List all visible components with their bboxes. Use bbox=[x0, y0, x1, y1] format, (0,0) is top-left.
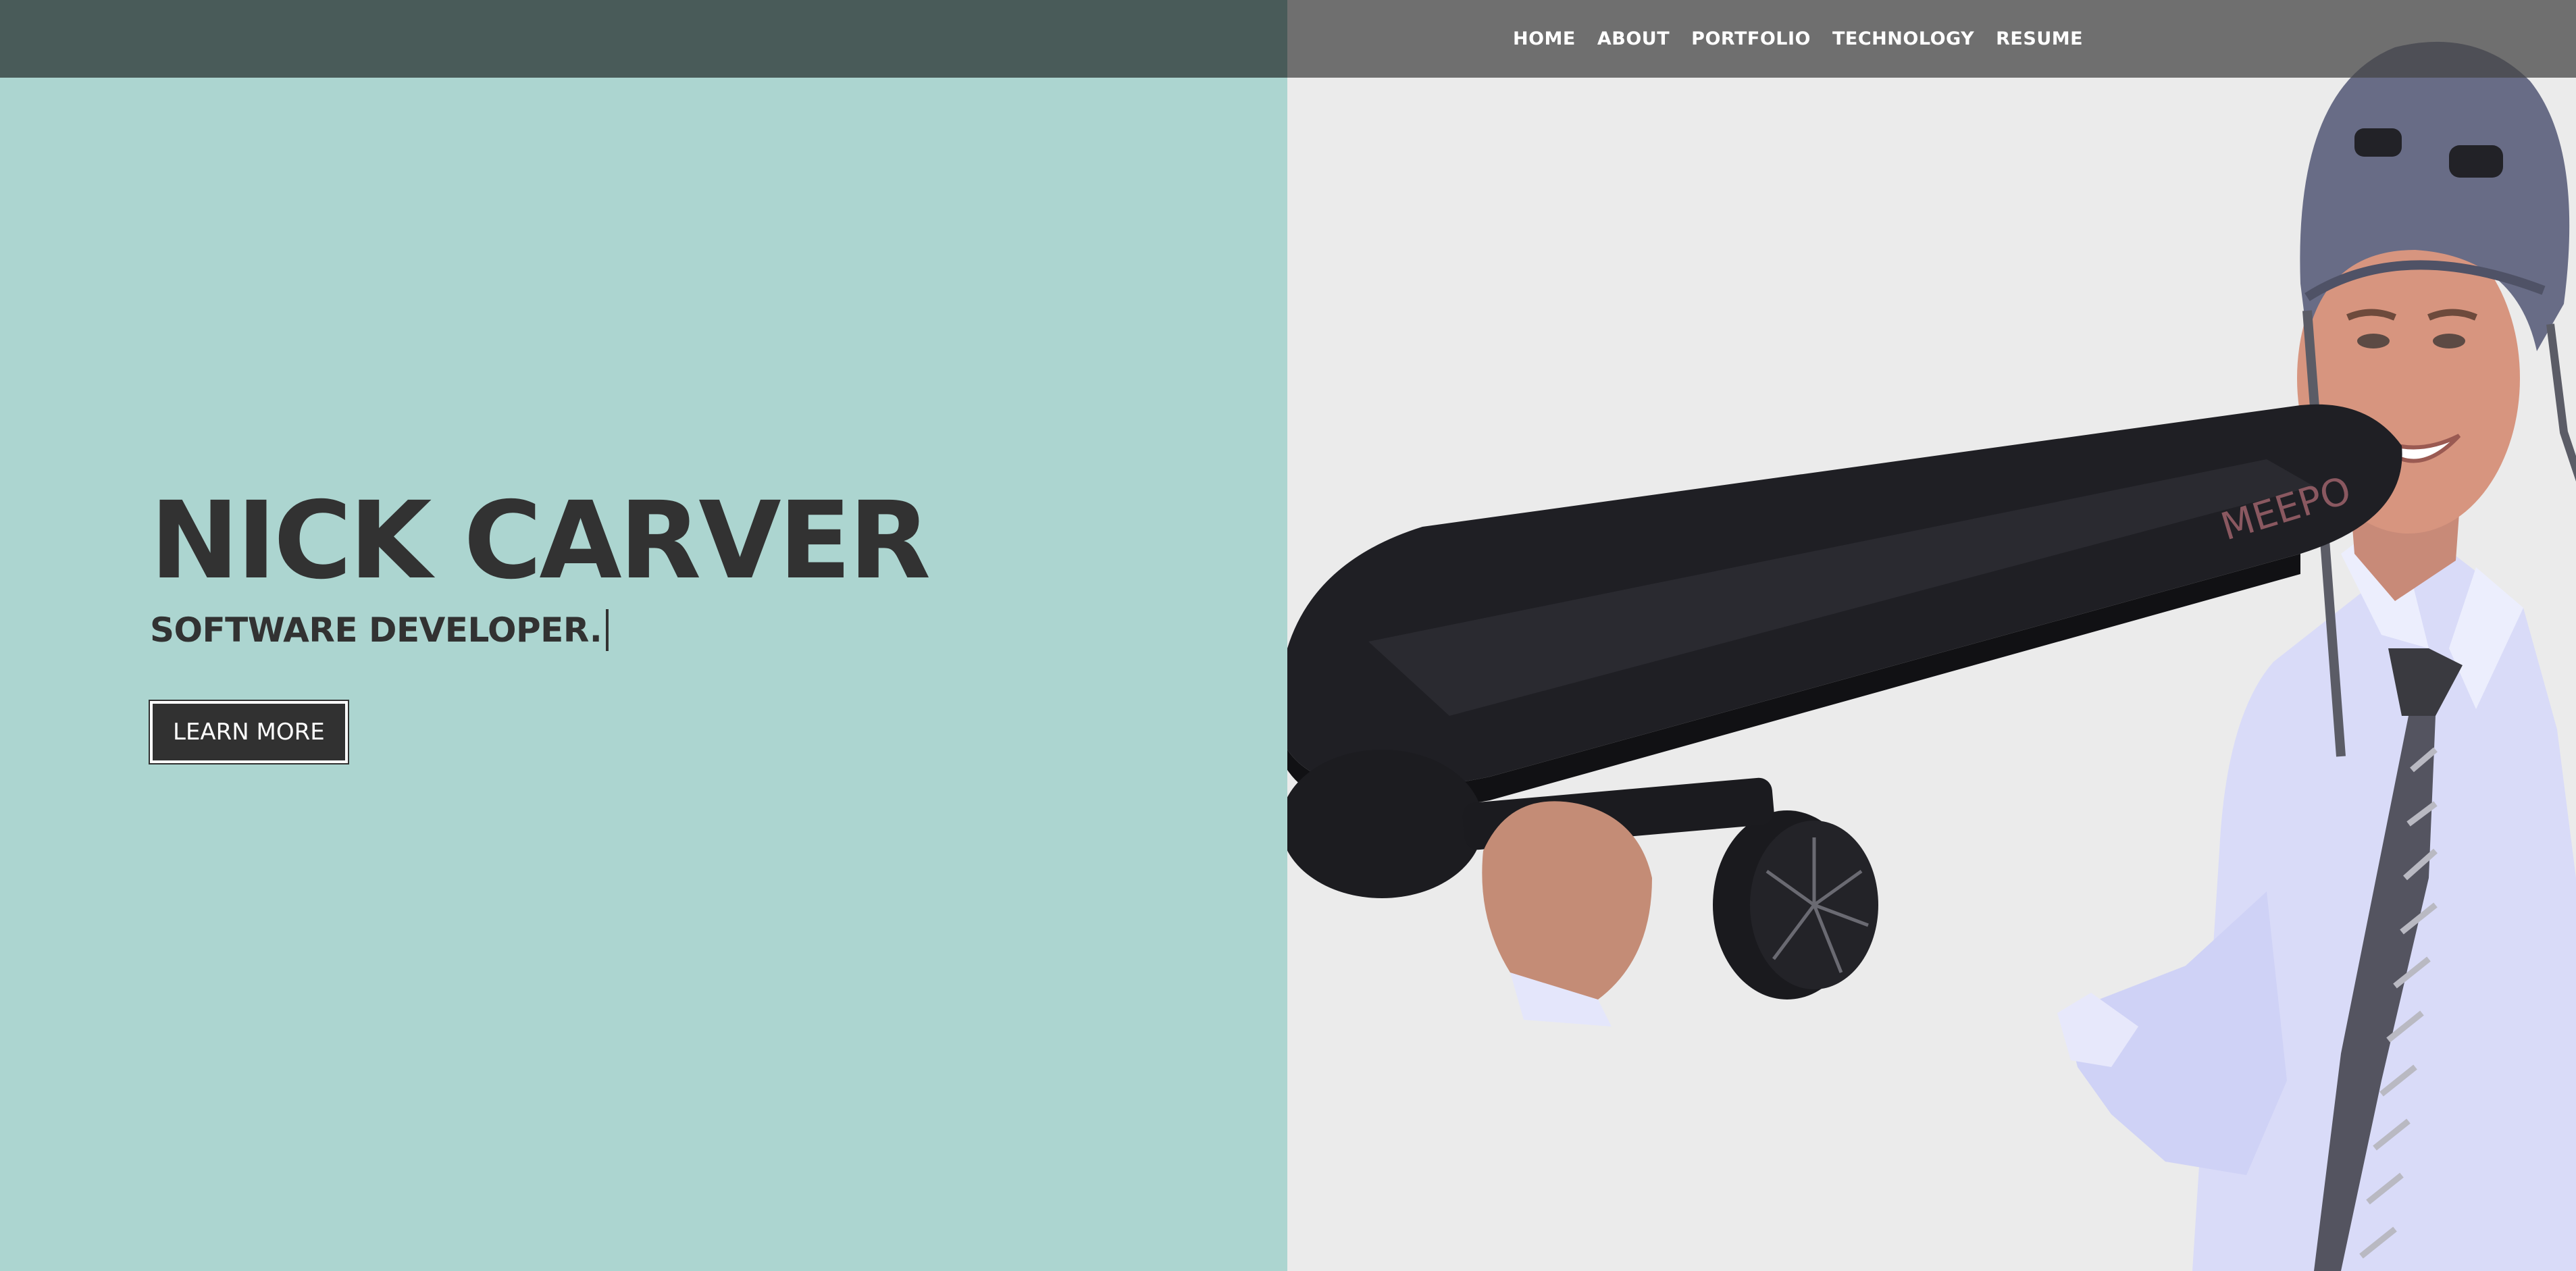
hero-photo-panel: MEEPO bbox=[1287, 0, 2576, 1271]
page: MEEPO HOME ABOUT PORTFOLIO TECHNOLOGY RE… bbox=[0, 0, 2576, 1271]
nav-menu: HOME ABOUT PORTFOLIO TECHNOLOGY RESUME bbox=[1513, 0, 2083, 78]
nav-about-link[interactable]: ABOUT bbox=[1597, 28, 1670, 49]
nav-resume-link[interactable]: RESUME bbox=[1996, 28, 2083, 49]
nav-portfolio-link[interactable]: PORTFOLIO bbox=[1691, 28, 1811, 49]
learn-more-button[interactable]: LEARN MORE bbox=[149, 700, 349, 764]
hero-subtitle-text: SOFTWARE DEVELOPER. bbox=[150, 611, 602, 650]
nav-technology-link[interactable]: TECHNOLOGY bbox=[1832, 28, 1974, 49]
top-navbar: HOME ABOUT PORTFOLIO TECHNOLOGY RESUME bbox=[0, 0, 2576, 78]
nav-home-link[interactable]: HOME bbox=[1513, 28, 1576, 49]
profile-photo: MEEPO bbox=[1287, 41, 2576, 1271]
navbar-left-overlay bbox=[0, 0, 1287, 78]
hero-name: NICK CARVER bbox=[150, 479, 931, 603]
hero-subtitle: SOFTWARE DEVELOPER. bbox=[150, 609, 928, 651]
typing-cursor bbox=[606, 609, 609, 651]
hero-content: NICK CARVER SOFTWARE DEVELOPER. LEARN MO… bbox=[149, 479, 931, 764]
